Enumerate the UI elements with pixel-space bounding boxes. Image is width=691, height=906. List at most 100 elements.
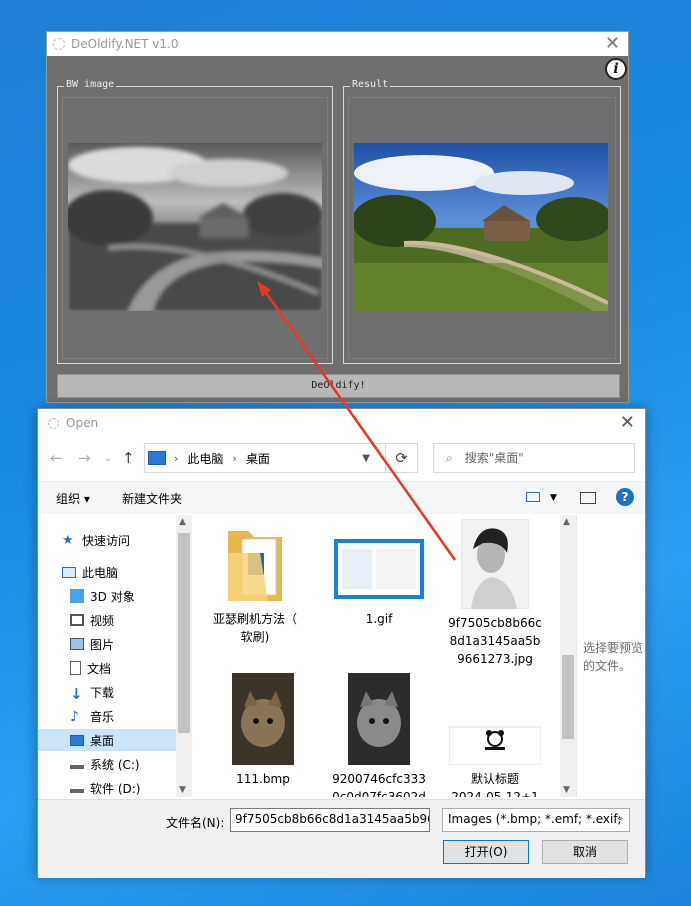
deoldify-window: DeOldify.NET v1.0 ✕ i BW image Result De… (46, 31, 629, 403)
search-icon: ⌕ (446, 450, 453, 465)
cancel-button[interactable]: 取消 (542, 840, 628, 864)
up-icon[interactable]: ↑ (122, 449, 135, 467)
address-bar[interactable]: › 此电脑 › 桌面 ▼ (144, 443, 386, 473)
sidebar-item-videos[interactable]: 视频 (38, 609, 192, 631)
file-item-111-bmp[interactable]: 111.bmp (208, 673, 318, 788)
star-icon: ★ (62, 533, 74, 548)
sidebar-item-drive-d[interactable]: 软件 (D:) (38, 777, 192, 797)
sidebar-item-documents[interactable]: 文档 (38, 657, 192, 679)
breadcrumb-desktop[interactable]: 桌面 (246, 450, 270, 467)
open-dialog: Open ✕ ← → ⌄ ↑ › 此电脑 › 桌面 ▼ ⟳ ⌕ 组织 ▾ 新建文… (37, 408, 647, 878)
file-list-scrollbar[interactable]: ▲ ▼ (560, 515, 576, 797)
breadcrumb-this-pc[interactable]: 此电脑 (187, 450, 223, 467)
sidebar-item-label: 桌面 (90, 733, 115, 748)
file-type-value: Images (*.bmp; *.emf; *.exif; (448, 812, 622, 826)
app-titlebar: DeOldify.NET v1.0 ✕ (47, 32, 628, 56)
sidebar-item-label: 软件 (D:) (90, 781, 141, 796)
sidebar-item-this-pc[interactable]: 此电脑 (38, 561, 192, 583)
file-list: 亚瑟刷机方法（ 软刷) 1.gif 9f7505cb8b66c 8d1a3145… (196, 515, 558, 797)
preview-pane: 选择要预览的文件。 (576, 515, 647, 797)
sidebar-item-label: 系统 (C:) (90, 757, 140, 772)
view-options-icon[interactable] (526, 492, 540, 502)
refresh-button[interactable]: ⟳ (386, 443, 418, 473)
sidebar-scrollbar[interactable]: ▲ ▼ (176, 515, 192, 797)
file-name: 9f7505cb8b66c 8d1a3145aa5b 9661273.jpg (448, 616, 542, 666)
organize-button[interactable]: 组织 ▾ (56, 490, 90, 507)
scroll-up-icon[interactable]: ▲ (563, 517, 570, 527)
dialog-icon (48, 417, 59, 429)
filename-input[interactable]: 9f7505cb8b66c8d1a3145aa5b9661273.jpg (230, 808, 430, 832)
preview-placeholder-text: 选择要预览的文件。 (583, 641, 644, 673)
file-name: 9200746cfc333 0c0d07fc3602d (332, 772, 426, 797)
result-group-label: Result (350, 79, 391, 90)
deoldify-button[interactable]: DeOldify! (57, 374, 620, 398)
video-icon (70, 614, 84, 626)
sidebar-item-desktop[interactable]: 桌面 (38, 729, 192, 751)
download-icon: ↓ (70, 685, 83, 703)
sidebar-item-music[interactable]: ♪ 音乐 (38, 705, 192, 727)
help-icon[interactable]: ? (616, 488, 634, 506)
drive-icon (70, 783, 84, 793)
cat-thumbnail-icon (232, 673, 294, 765)
bw-image-group: BW image (57, 79, 333, 364)
sidebar-item-label: 图片 (90, 637, 115, 652)
chevron-down-icon: ⌄ (615, 812, 624, 823)
sidebar-item-label: 视频 (90, 613, 115, 628)
screenshot-thumbnail-icon (334, 539, 424, 599)
sidebar-item-drive-c[interactable]: 系统 (C:) (38, 753, 192, 775)
portrait-thumbnail-icon (460, 518, 530, 610)
scroll-up-icon[interactable]: ▲ (179, 517, 186, 527)
drive-icon (70, 759, 84, 769)
folder-icon (228, 531, 282, 601)
address-dropdown-icon[interactable]: ▼ (362, 453, 370, 464)
sidebar-item-pictures[interactable]: 图片 (38, 633, 192, 655)
file-item-portrait-jpg[interactable]: 9f7505cb8b66c 8d1a3145aa5b 9661273.jpg (440, 518, 550, 668)
pictures-icon (70, 638, 84, 650)
panda-thumbnail-icon (448, 726, 542, 766)
result-group: Result (343, 79, 621, 364)
dialog-close-button[interactable]: ✕ (620, 412, 635, 433)
back-icon[interactable]: ← (50, 449, 63, 467)
bw-image[interactable] (68, 143, 322, 311)
sidebar-scroll-thumb[interactable] (178, 533, 190, 733)
file-item-bw-cat[interactable]: 9200746cfc333 0c0d07fc3602d (324, 673, 434, 797)
scroll-down-icon[interactable]: ▼ (179, 785, 186, 795)
search-input[interactable] (462, 450, 607, 466)
document-icon (70, 661, 81, 675)
navigation-pane: ★ 快速访问 此电脑 3D 对象 视频 图片 文档 ↓ 下载 ♪ 音乐 桌面 系… (38, 515, 192, 797)
search-box[interactable]: ⌕ (433, 443, 635, 473)
sidebar-item-downloads[interactable]: ↓ 下载 (38, 681, 192, 703)
recent-dropdown-icon[interactable]: ⌄ (104, 453, 112, 464)
cat-bw-thumbnail-icon (348, 673, 410, 765)
file-item-1-gif[interactable]: 1.gif (324, 523, 434, 628)
result-image[interactable] (354, 143, 608, 311)
dialog-titlebar: Open ✕ (38, 409, 645, 437)
desktop-icon (70, 734, 84, 746)
music-icon: ♪ (70, 709, 79, 725)
breadcrumb-sep: › (232, 451, 237, 465)
file-name: 1.gif (365, 612, 393, 626)
cube-icon (70, 589, 84, 603)
sidebar-item-3d-objects[interactable]: 3D 对象 (38, 585, 192, 607)
filename-label: 文件名(N): (166, 816, 225, 830)
open-button[interactable]: 打开(O) (443, 840, 529, 864)
view-dropdown-icon[interactable]: ▼ (550, 493, 557, 503)
bw-group-label: BW image (64, 79, 117, 90)
forward-icon[interactable]: → (78, 449, 91, 467)
dialog-toolbar: 组织 ▾ 新建文件夹 ▼ ? (38, 481, 645, 514)
file-name: 默认标题 2024-05-12+1 (451, 772, 539, 797)
sidebar-item-label: 快速访问 (82, 533, 131, 548)
file-item-panda[interactable]: 默认标题 2024-05-12+1 (440, 713, 550, 797)
file-type-select[interactable]: Images (*.bmp; *.emf; *.exif; ⌄ (442, 808, 630, 832)
new-folder-button[interactable]: 新建文件夹 (122, 490, 182, 507)
file-scroll-thumb[interactable] (562, 655, 574, 739)
file-item-folder[interactable]: 亚瑟刷机方法（ 软刷) (200, 523, 310, 646)
sidebar-item-label: 3D 对象 (90, 589, 135, 604)
info-icon[interactable]: i (605, 58, 627, 80)
preview-pane-icon[interactable] (580, 492, 596, 504)
app-title: DeOldify.NET v1.0 (71, 37, 179, 51)
sidebar-item-quick-access[interactable]: ★ 快速访问 (38, 529, 192, 551)
breadcrumb-sep: › (174, 451, 179, 465)
app-close-button[interactable]: ✕ (605, 34, 620, 54)
scroll-down-icon[interactable]: ▼ (563, 785, 570, 795)
